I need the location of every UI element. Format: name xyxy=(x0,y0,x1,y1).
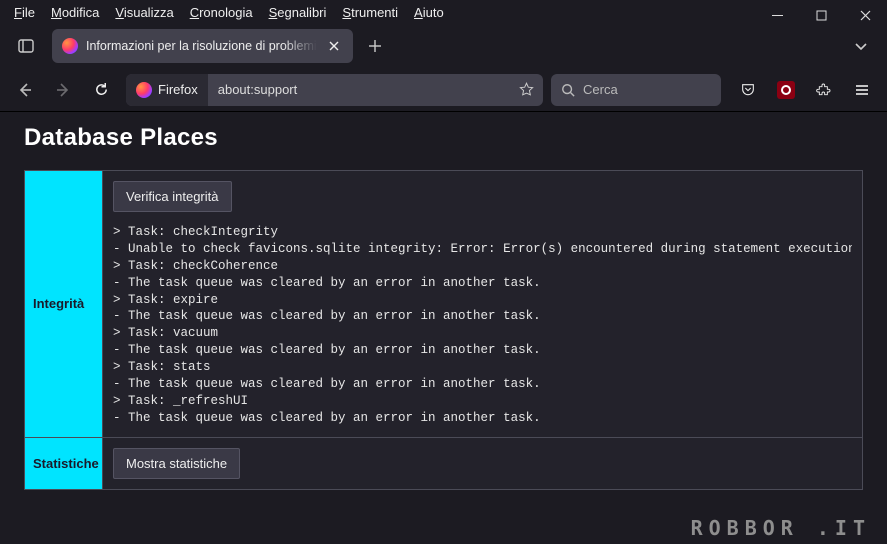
firefox-favicon xyxy=(136,82,152,98)
plus-icon xyxy=(368,39,382,53)
menu-file-label: ile xyxy=(22,5,35,20)
row-header-stats: Statistiche xyxy=(25,437,103,489)
ublock-icon xyxy=(777,81,795,99)
integrity-log: > Task: checkIntegrity - Unable to check… xyxy=(113,224,852,427)
extensions-button[interactable] xyxy=(807,74,841,106)
identity-box[interactable]: Firefox xyxy=(126,74,208,106)
list-all-tabs-button[interactable] xyxy=(845,30,877,62)
window-maximize[interactable] xyxy=(799,0,843,30)
row-cell-integrity: Verifica integrità > Task: checkIntegrit… xyxy=(103,171,863,438)
arrow-left-icon xyxy=(17,82,33,98)
window-close[interactable] xyxy=(843,0,887,30)
chevron-down-icon xyxy=(854,39,868,53)
save-to-pocket-button[interactable] xyxy=(731,74,765,106)
table-row: Integrità Verifica integrità > Task: che… xyxy=(25,171,863,438)
minimize-icon xyxy=(772,10,783,21)
url-bar[interactable]: Firefox about:support xyxy=(126,74,543,106)
verify-integrity-button[interactable]: Verifica integrità xyxy=(113,181,232,212)
menu-view-label: isualizza xyxy=(124,5,174,20)
firefox-view-icon xyxy=(18,38,34,54)
watermark: ROBBOR .IT xyxy=(691,516,871,540)
tab-close-button[interactable] xyxy=(325,37,343,55)
search-bar[interactable]: Cerca xyxy=(551,74,721,106)
close-icon xyxy=(329,41,339,51)
hamburger-icon xyxy=(854,82,870,98)
ublock-origin-button[interactable] xyxy=(769,74,803,106)
identity-label: Firefox xyxy=(158,82,198,97)
puzzle-icon xyxy=(816,82,832,98)
menu-help[interactable]: Aiuto xyxy=(406,3,452,22)
row-header-integrity: Integrità xyxy=(25,171,103,438)
menu-tools[interactable]: Strumenti xyxy=(334,3,406,22)
new-tab-button[interactable] xyxy=(359,30,391,62)
url-text: about:support xyxy=(208,82,509,97)
arrow-right-icon xyxy=(55,82,71,98)
table-row: Statistiche Mostra statistiche xyxy=(25,437,863,489)
page-title: Database Places xyxy=(24,124,863,152)
bookmark-star-button[interactable] xyxy=(509,74,543,106)
search-placeholder: Cerca xyxy=(583,82,618,97)
menu-bookmarks[interactable]: Segnalibri xyxy=(261,3,335,22)
firefox-view-button[interactable] xyxy=(8,30,44,62)
close-icon xyxy=(860,10,871,21)
row-cell-stats: Mostra statistiche xyxy=(103,437,863,489)
firefox-favicon xyxy=(62,38,78,54)
app-menu-button[interactable] xyxy=(845,74,879,106)
pocket-icon xyxy=(740,82,756,98)
forward-button[interactable] xyxy=(46,74,80,106)
search-icon xyxy=(561,83,575,97)
tab-title: Informazioni per la risoluzione di probl… xyxy=(86,39,317,53)
reload-icon xyxy=(94,82,109,97)
menu-tools-label: trumenti xyxy=(351,5,398,20)
show-stats-button[interactable]: Mostra statistiche xyxy=(113,448,240,479)
window-minimize[interactable] xyxy=(755,0,799,30)
reload-button[interactable] xyxy=(84,74,118,106)
star-icon xyxy=(519,82,534,97)
menu-view[interactable]: Visualizza xyxy=(107,3,181,22)
back-button[interactable] xyxy=(8,74,42,106)
menu-help-label: iuto xyxy=(423,5,444,20)
menu-history[interactable]: Cronologia xyxy=(182,3,261,22)
maximize-icon xyxy=(816,10,827,21)
menu-edit-label: odifica xyxy=(62,5,100,20)
menu-file[interactable]: File xyxy=(6,3,43,22)
places-table: Integrità Verifica integrità > Task: che… xyxy=(24,170,863,490)
menu-edit[interactable]: Modifica xyxy=(43,3,107,22)
tab-active[interactable]: Informazioni per la risoluzione di probl… xyxy=(52,29,353,63)
menu-bookmarks-label: egnalibri xyxy=(277,5,326,20)
menu-history-label: ronologia xyxy=(199,5,253,20)
